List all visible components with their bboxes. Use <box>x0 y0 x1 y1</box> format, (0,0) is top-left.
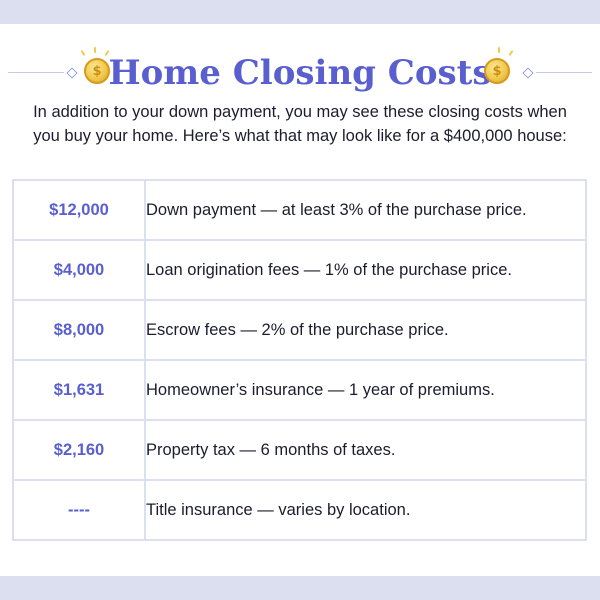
divider-right <box>536 72 592 73</box>
sparkle-icon <box>498 47 500 53</box>
table-row: ---- Title insurance — varies by locatio… <box>12 479 587 541</box>
coin-icon: $ <box>484 58 510 84</box>
header: $ Home Closing Costs $ <box>0 47 600 96</box>
cost-description: Escrow fees — 2% of the purchase price. <box>144 299 587 361</box>
page-title: Home Closing Costs <box>108 53 492 93</box>
cost-amount: $8,000 <box>12 299 146 361</box>
cost-description: Property tax — 6 months of taxes. <box>144 419 587 481</box>
coin-symbol: $ <box>492 63 502 79</box>
cost-description: Title insurance — varies by location. <box>144 479 587 541</box>
table-row: $12,000 Down payment — at least 3% of th… <box>12 179 587 241</box>
cost-amount: $1,631 <box>12 359 146 421</box>
cost-amount: $12,000 <box>12 179 146 241</box>
table-row: $8,000 Escrow fees — 2% of the purchase … <box>12 299 587 361</box>
cost-amount: $4,000 <box>12 239 146 301</box>
cost-description: Loan origination fees — 1% of the purcha… <box>144 239 587 301</box>
closing-costs-table: $12,000 Down payment — at least 3% of th… <box>12 179 587 541</box>
cost-amount: ---- <box>12 479 146 541</box>
table-row: $2,160 Property tax — 6 months of taxes. <box>12 419 587 481</box>
cost-description: Down payment — at least 3% of the purcha… <box>144 179 587 241</box>
cost-amount: $2,160 <box>12 419 146 481</box>
bottom-band <box>0 576 600 600</box>
top-band <box>0 0 600 24</box>
table-row: $4,000 Loan origination fees — 1% of the… <box>12 239 587 301</box>
cost-description: Homeowner’s insurance — 1 year of premiu… <box>144 359 587 421</box>
table-row: $1,631 Homeowner’s insurance — 1 year of… <box>12 359 587 421</box>
intro-text: In addition to your down payment, you ma… <box>33 103 567 145</box>
